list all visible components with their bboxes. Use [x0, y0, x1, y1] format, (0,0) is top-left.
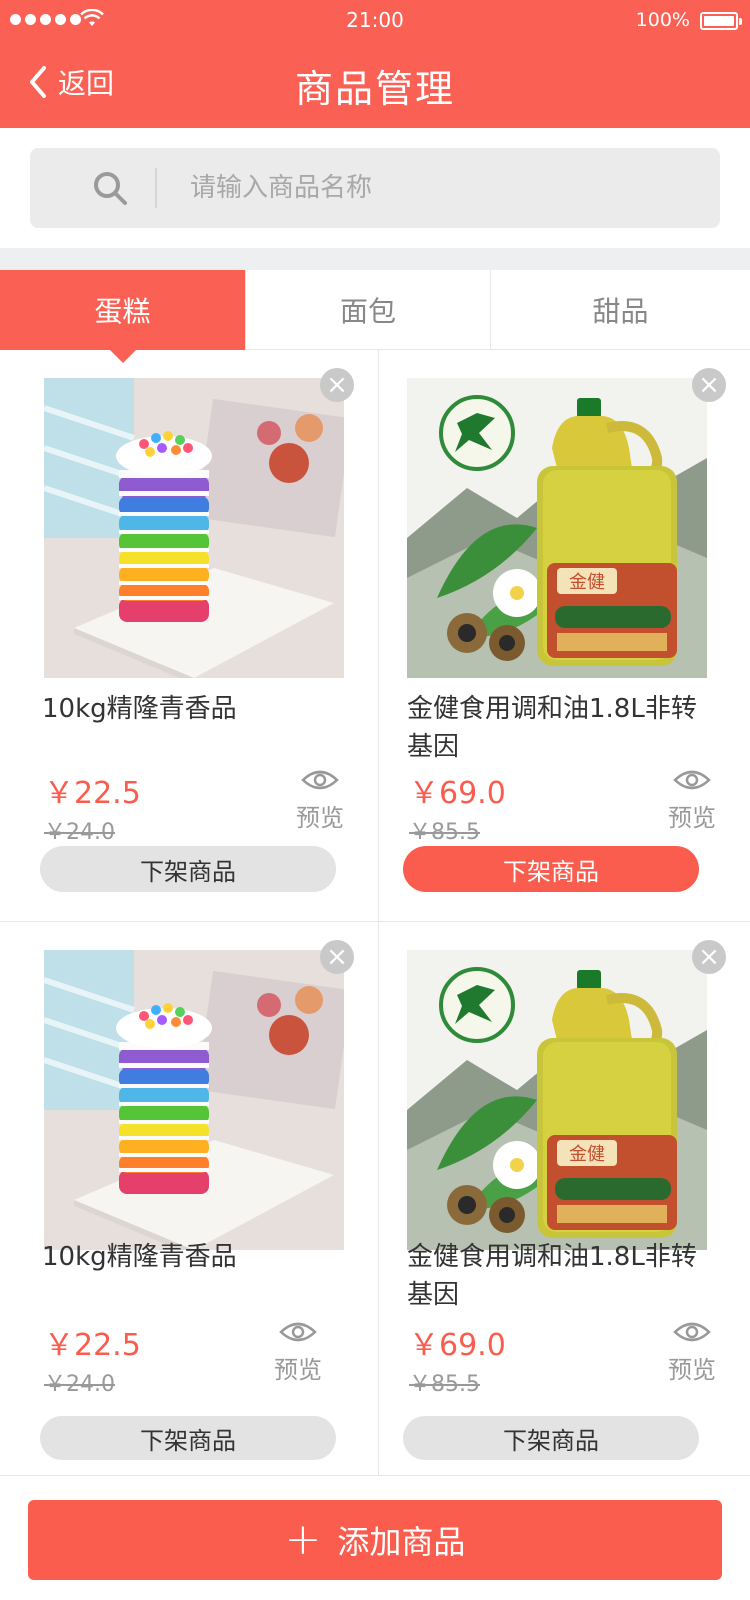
battery-icon: [700, 12, 742, 30]
add-product-button[interactable]: + 添加商品: [28, 1500, 722, 1580]
app-header: 21:00 100% 返回 商品管理: [0, 0, 750, 128]
preview-label: 预览: [668, 804, 716, 832]
eye-icon: [279, 1322, 317, 1342]
close-icon[interactable]: ×: [692, 368, 726, 402]
nav-bar: 返回 商品管理: [0, 48, 750, 120]
product-price: ￥69.0: [409, 776, 506, 811]
unlist-button[interactable]: 下架商品: [403, 846, 699, 892]
close-icon[interactable]: ×: [320, 368, 354, 402]
eye-icon: [673, 770, 711, 790]
add-product-label: 添加商品: [337, 1523, 466, 1561]
product-original-price: ￥24.0: [44, 820, 115, 845]
preview-label: 预览: [296, 804, 344, 832]
product-image-oil-bottle[interactable]: [407, 950, 707, 1250]
preview-button[interactable]: 预览: [296, 768, 344, 833]
unlist-button[interactable]: 下架商品: [40, 1416, 336, 1460]
product-grid: × 10kg精隆青香品 ￥22.5 ￥24.0 预览 下架商品 × 金健食用调和…: [0, 350, 750, 1476]
product-card: × 金健食用调和油1.8L非转基因 ￥69.0 ￥85.5 预览 下架商品: [379, 922, 750, 1476]
product-price: ￥69.0: [409, 1328, 506, 1363]
back-chevron-icon: [30, 66, 46, 98]
search-input[interactable]: [190, 148, 690, 228]
product-price: ￥22.5: [44, 1328, 141, 1363]
plus-icon: +: [284, 1514, 322, 1565]
preview-button[interactable]: 预览: [668, 768, 716, 833]
search-section: [0, 128, 750, 248]
tab-dessert[interactable]: 甜品: [490, 270, 750, 350]
tab-cake[interactable]: 蛋糕: [0, 270, 245, 363]
tab-bread[interactable]: 面包: [245, 270, 490, 350]
eye-icon: [301, 770, 339, 790]
preview-label: 预览: [668, 1356, 716, 1384]
product-name: 10kg精隆青香品: [42, 694, 237, 724]
unlist-button[interactable]: 下架商品: [403, 1416, 699, 1460]
product-name: 金健食用调和油1.8L非转基因: [407, 694, 697, 762]
search-icon[interactable]: [90, 168, 130, 208]
product-original-price: ￥85.5: [409, 820, 480, 845]
battery-percent: 100%: [635, 9, 690, 31]
preview-label: 预览: [274, 1356, 322, 1384]
back-button[interactable]: 返回: [26, 62, 114, 102]
product-original-price: ￥24.0: [44, 1372, 115, 1397]
product-name: 金健食用调和油1.8L非转基因: [407, 1242, 697, 1310]
unlist-button[interactable]: 下架商品: [40, 846, 336, 892]
search-divider: [155, 168, 157, 208]
back-label: 返回: [58, 67, 115, 100]
product-card: × 10kg精隆青香品 ￥22.5 ￥24.0 预览 下架商品: [0, 922, 379, 1476]
bottom-bar: + 添加商品: [0, 1476, 750, 1600]
search-bar: [30, 148, 720, 228]
eye-icon: [673, 1322, 711, 1342]
status-bar: 21:00 100%: [0, 0, 750, 40]
product-original-price: ￥85.5: [409, 1372, 480, 1397]
product-image-rainbow-cake[interactable]: [44, 378, 344, 678]
category-tabs: 蛋糕 面包 甜品: [0, 270, 750, 363]
product-price: ￥22.5: [44, 776, 141, 811]
preview-button[interactable]: 预览: [274, 1320, 322, 1385]
close-icon[interactable]: ×: [692, 940, 726, 974]
product-image-rainbow-cake[interactable]: [44, 950, 344, 1250]
section-gap: [0, 248, 750, 270]
product-image-oil-bottle[interactable]: [407, 378, 707, 678]
product-name: 10kg精隆青香品: [42, 1242, 237, 1272]
product-card: × 金健食用调和油1.8L非转基因 ￥69.0 ￥85.5 预览 下架商品: [379, 350, 750, 922]
preview-button[interactable]: 预览: [668, 1320, 716, 1385]
close-icon[interactable]: ×: [320, 940, 354, 974]
product-card: × 10kg精隆青香品 ￥22.5 ￥24.0 预览 下架商品: [0, 350, 379, 922]
